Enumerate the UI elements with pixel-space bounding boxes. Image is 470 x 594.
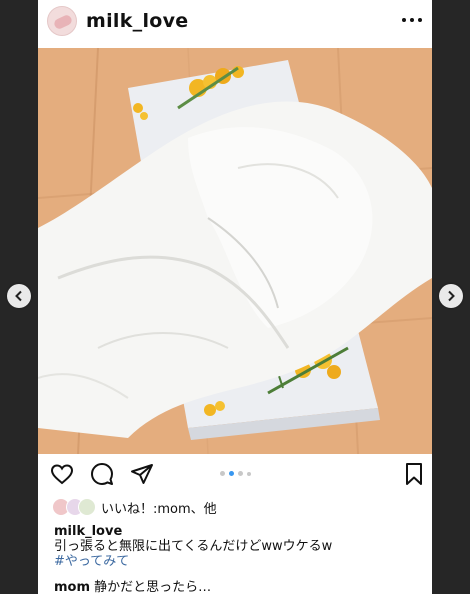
chevron-left-icon[interactable] (7, 284, 31, 308)
caption-username[interactable]: milk_love (54, 524, 426, 539)
user-avatar[interactable] (47, 6, 77, 36)
likes-row: いいね！:mom、他 (52, 497, 217, 517)
post-photo[interactable] (38, 48, 432, 454)
carousel-dot (237, 471, 243, 476)
liker-avatars[interactable] (52, 498, 98, 516)
instagram-post-frame: milk_love いいね！:mom、他 milk_love 引っ張ると無限に出… (38, 0, 432, 594)
carousel-dot-active (228, 471, 234, 476)
bookmark-icon[interactable] (402, 462, 426, 486)
comment-text: 静かだと思ったら… (94, 580, 212, 594)
caption-text: 引っ張ると無限に出てくるんだけどwwウケるw (54, 539, 333, 554)
hashtag-link[interactable]: #やってみて (54, 554, 426, 569)
comment-row: mom 静かだと思ったら… (54, 576, 211, 594)
post-username[interactable]: milk_love (86, 10, 189, 32)
carousel-dot (219, 471, 225, 476)
chevron-right-icon[interactable] (439, 284, 463, 308)
carousel-indicator (38, 471, 432, 476)
likes-text[interactable]: いいね！:mom、他 (101, 498, 217, 517)
action-bar (38, 454, 432, 492)
post-header: milk_love (38, 0, 432, 48)
liker-avatar (78, 498, 96, 516)
comment-username[interactable]: mom (54, 580, 90, 594)
tissue-box-photo (38, 48, 432, 454)
more-horizontal-icon[interactable] (402, 10, 422, 30)
avatar-image (52, 13, 74, 31)
caption: milk_love 引っ張ると無限に出てくるんだけどwwウケるw #やってみて (54, 524, 426, 569)
carousel-dot (246, 471, 251, 476)
